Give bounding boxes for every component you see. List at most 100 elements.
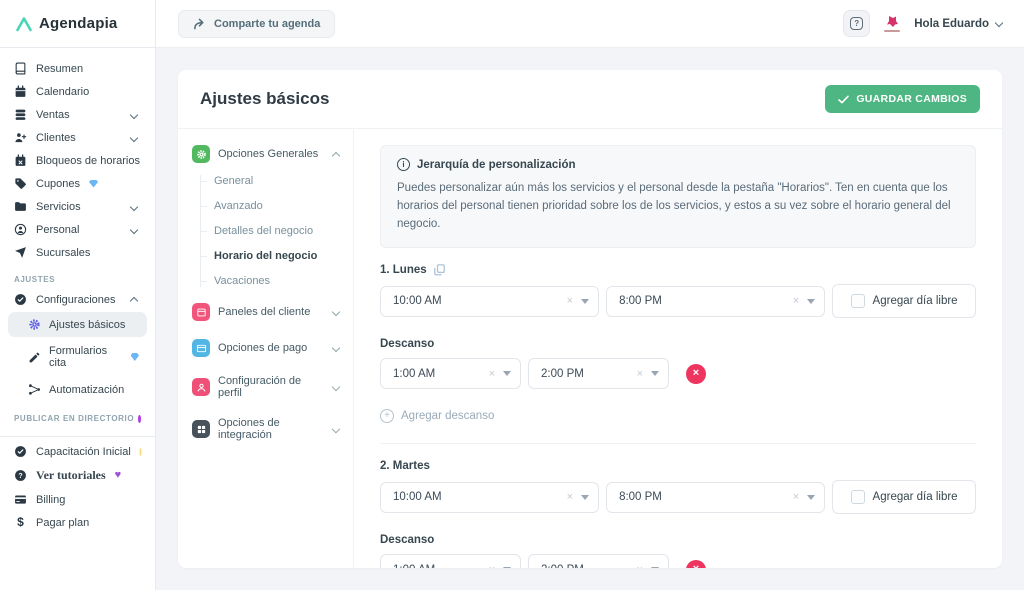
close-time-select-martes[interactable]: 8:00 PM × — [606, 482, 825, 513]
help-button[interactable]: ? — [843, 10, 870, 37]
user-menu[interactable]: Hola Eduardo — [914, 18, 1002, 30]
sidebar-item-sucursales[interactable]: Sucursales — [0, 242, 155, 263]
clear-icon[interactable]: × — [489, 564, 495, 568]
sidebar-item-pagar-plan[interactable]: $ Pagar plan — [0, 512, 155, 533]
chevron-up-icon — [332, 151, 340, 159]
sidebar-item-calendario[interactable]: Calendario — [0, 81, 155, 102]
checkbox[interactable] — [851, 490, 865, 504]
help-icon: ? — [850, 17, 863, 30]
chevron-down-icon — [332, 425, 340, 433]
break-start-select-lunes[interactable]: 1:00 AM × — [380, 358, 521, 389]
caret-down-icon — [581, 495, 589, 500]
day-off-checkbox-lunes[interactable]: Agregar día libre — [832, 284, 976, 318]
sidebar-item-label: Clientes — [36, 132, 76, 144]
subnav-opciones-pago[interactable]: Opciones de pago — [192, 339, 343, 357]
app-name: Agendapia — [39, 15, 117, 32]
subnav-item-detalles-negocio[interactable]: Detalles del negocio — [214, 225, 343, 237]
config-subitems: Ajustes básicos Formularios cita Automat… — [0, 312, 155, 402]
check-circle-icon — [14, 445, 27, 458]
schedule-settings: i Jerarquía de personalización Puedes pe… — [354, 129, 1002, 568]
subnav-opciones-integracion[interactable]: Opciones de integración — [192, 417, 343, 441]
folder-icon — [14, 200, 27, 213]
info-title: Jerarquía de personalización — [417, 159, 576, 171]
day-label-lunes: 1. Lunes — [380, 264, 427, 276]
business-logo-icon — [884, 15, 900, 28]
break-end-select-martes[interactable]: 2:00 PM × — [528, 554, 669, 568]
clear-icon[interactable]: × — [793, 491, 799, 503]
share-agenda-button[interactable]: Comparte tu agenda — [178, 10, 335, 38]
sidebar-item-label: Bloqueos de horarios — [36, 155, 140, 167]
chevron-down-icon — [995, 18, 1003, 26]
book-icon — [14, 62, 27, 75]
sidebar-item-cupones[interactable]: Cupones — [0, 173, 155, 194]
checkbox[interactable] — [851, 294, 865, 308]
sidebar-item-label: Resumen — [36, 63, 83, 75]
caret-down-icon — [807, 299, 815, 304]
clear-icon[interactable]: × — [793, 295, 799, 307]
sidebar-item-configuraciones[interactable]: Configuraciones — [0, 289, 155, 310]
clear-icon[interactable]: × — [567, 491, 573, 503]
subnav-item-vacaciones[interactable]: Vacaciones — [214, 275, 343, 287]
delete-break-button-lunes[interactable]: × — [686, 364, 706, 384]
break-end-select-lunes[interactable]: 2:00 PM × — [528, 358, 669, 389]
day-off-checkbox-martes[interactable]: Agregar día libre — [832, 480, 976, 514]
greeting-label: Hola Eduardo — [914, 18, 989, 30]
sidebar-item-ajustes-basicos[interactable]: Ajustes básicos — [8, 312, 147, 337]
caret-down-icon — [651, 567, 659, 568]
sidebar-item-label: Personal — [36, 224, 79, 236]
sidebar-item-personal[interactable]: Personal — [0, 219, 155, 240]
dollar-icon: $ — [14, 516, 27, 529]
break-start-select-martes[interactable]: 1:00 AM × — [380, 554, 521, 568]
integration-options-icon — [192, 420, 210, 438]
sidebar-item-ventas[interactable]: Ventas — [0, 104, 155, 125]
subnav-item-general[interactable]: General — [214, 175, 343, 187]
delete-break-button-martes[interactable]: × — [686, 560, 706, 568]
clear-icon[interactable]: × — [489, 368, 495, 380]
clear-icon[interactable]: × — [567, 295, 573, 307]
sidebar-item-resumen[interactable]: Resumen — [0, 58, 155, 79]
share-nodes-icon — [28, 383, 41, 396]
agendapia-logo-icon — [15, 16, 33, 32]
settings-subnav: Opciones Generales General Avanzado Deta… — [178, 129, 354, 568]
open-time-select-martes[interactable]: 10:00 AM × — [380, 482, 599, 513]
app-logo[interactable]: Agendapia — [0, 0, 155, 48]
subnav-configuracion-perfil[interactable]: Configuración de perfil — [192, 375, 343, 399]
credit-card-icon — [14, 493, 27, 506]
subnav-opciones-generales[interactable]: Opciones Generales — [192, 145, 343, 163]
payment-options-icon — [192, 339, 210, 357]
caret-down-icon — [503, 371, 511, 376]
clear-icon[interactable]: × — [637, 368, 643, 380]
open-time-select-lunes[interactable]: 10:00 AM × — [380, 286, 599, 317]
sidebar-item-bloqueos[interactable]: Bloqueos de horarios — [0, 150, 155, 171]
sidebar-item-label: Automatización — [49, 384, 124, 396]
sidebar-item-ver-tutoriales[interactable]: ? Ver tutoriales ♥ — [0, 464, 155, 487]
calendar-icon — [14, 85, 27, 98]
calendar-block-icon — [14, 154, 27, 167]
close-time-select-lunes[interactable]: 8:00 PM × — [606, 286, 825, 317]
plus-circle-icon: + — [380, 409, 394, 423]
day-label-martes: 2. Martes — [380, 460, 430, 472]
subnav-item-horario-negocio[interactable]: Horario del negocio — [214, 250, 343, 262]
sidebar-item-clientes[interactable]: Clientes — [0, 127, 155, 148]
sidebar: Agendapia Resumen Calendario Ventas Clie… — [0, 0, 156, 590]
clear-icon[interactable]: × — [637, 564, 643, 568]
stack-icon — [14, 108, 27, 121]
sidebar-item-automatizacion[interactable]: Automatización — [8, 377, 147, 402]
sidebar-item-formularios-cita[interactable]: Formularios cita — [8, 339, 147, 375]
chevron-down-icon — [130, 133, 138, 141]
sidebar-item-billing[interactable]: Billing — [0, 489, 155, 510]
page-title: Ajustes básicos — [200, 89, 329, 109]
caret-down-icon — [651, 371, 659, 376]
business-logo[interactable] — [884, 15, 900, 32]
add-break-button-lunes[interactable]: + Agregar descanso — [380, 409, 976, 423]
copy-icon[interactable] — [434, 264, 445, 276]
sidebar-item-label: Configuraciones — [36, 294, 116, 306]
subnav-item-avanzado[interactable]: Avanzado — [214, 200, 343, 212]
save-changes-button[interactable]: GUARDAR CAMBIOS — [825, 85, 980, 113]
sidebar-item-label: Sucursales — [36, 247, 90, 259]
sidebar-item-servicios[interactable]: Servicios — [0, 196, 155, 217]
sidebar-item-label: Cupones — [36, 178, 80, 190]
subnav-paneles-cliente[interactable]: Paneles del cliente — [192, 303, 343, 321]
sidebar-item-capacitacion[interactable]: Capacitación Inicial — [0, 441, 155, 462]
bulb-icon — [140, 448, 141, 456]
